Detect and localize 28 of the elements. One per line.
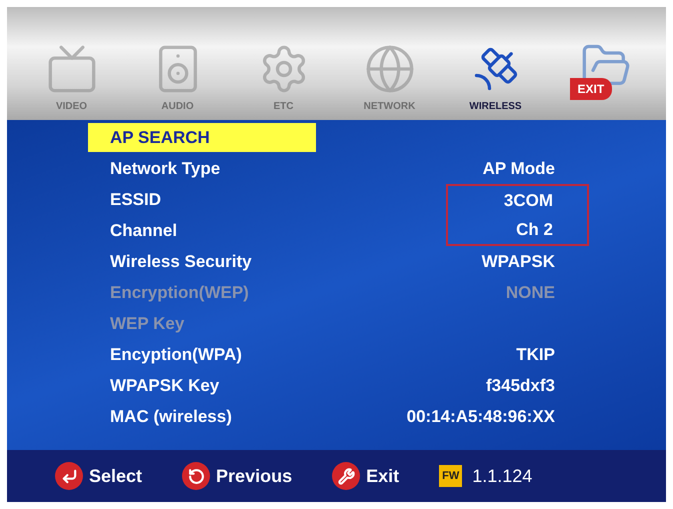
setting-label[interactable]: Channel xyxy=(88,216,316,245)
setting-label[interactable]: Encyption(WPA) xyxy=(88,340,316,369)
exit-button[interactable]: EXIT xyxy=(566,40,638,106)
wrench-icon xyxy=(332,462,360,490)
undo-icon xyxy=(182,462,210,490)
setting-label[interactable]: ESSID xyxy=(88,185,316,214)
setting-value: WPAPSK xyxy=(482,250,555,273)
menu-tab[interactable]: WIRELESS xyxy=(460,43,532,114)
enter-icon xyxy=(55,462,83,490)
setting-label[interactable]: Wireless Security xyxy=(88,247,316,276)
setting-value: 3COM xyxy=(504,190,553,212)
setting-label[interactable]: WPAPSK Key xyxy=(88,371,316,400)
globe-icon xyxy=(364,43,416,95)
setting-value: 00:14:A5:48:96:XX xyxy=(406,406,555,428)
hint-label: Select xyxy=(89,464,142,488)
setting-value: Ch 2 xyxy=(516,218,553,241)
fw-badge: FW xyxy=(439,464,462,488)
firmware-version: 1.1.124 xyxy=(472,464,532,488)
setting-value: TKIP xyxy=(516,344,555,366)
hint-label: Exit xyxy=(366,464,400,488)
setting-label[interactable]: MAC (wireless) xyxy=(88,402,316,431)
setting-value: NONE xyxy=(506,282,555,304)
hint-label: Previous xyxy=(216,464,292,488)
setting-label[interactable]: Network Type xyxy=(88,154,316,183)
setting-value: f345dxf3 xyxy=(486,374,555,397)
setting-label[interactable]: AP SEARCH xyxy=(88,123,316,152)
setting-value: AP Mode xyxy=(482,158,555,180)
tv-icon xyxy=(46,43,98,95)
